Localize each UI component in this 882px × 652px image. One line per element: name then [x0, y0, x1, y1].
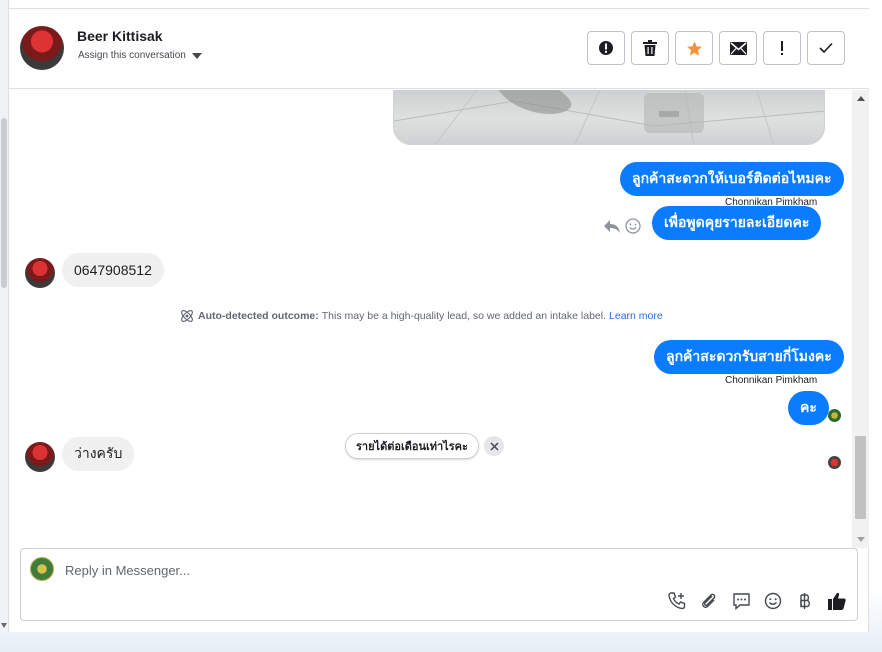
mark-unread-button[interactable]: [719, 31, 757, 65]
contact-avatar[interactable]: [20, 26, 64, 70]
auto-detected-outcome-notice: Auto-detected outcome: This may be a hig…: [179, 308, 663, 324]
call-button[interactable]: [667, 591, 687, 611]
thread-scrollbar[interactable]: [852, 90, 869, 548]
page-avatar: [30, 557, 54, 581]
outgoing-message-bubble[interactable]: ลูกค้าสะดวกให้เบอร์ติดต่อไหมคะ: [620, 162, 844, 196]
mark-done-button[interactable]: [807, 31, 845, 65]
scroll-down-arrow[interactable]: [857, 537, 865, 542]
left-panel-scrollbar[interactable]: [0, 0, 9, 632]
contact-name[interactable]: Beer Kittisak: [77, 28, 163, 44]
reply-input[interactable]: [65, 559, 825, 581]
chat-bubble-icon: [732, 593, 750, 610]
payment-button[interactable]: [795, 591, 815, 611]
mark-spam-button[interactable]: [587, 31, 625, 65]
check-icon: [819, 42, 833, 54]
star-icon: [686, 40, 702, 56]
alert-circle-icon: [599, 41, 613, 55]
emoji-icon: [764, 592, 782, 610]
dismiss-suggestion-button[interactable]: [484, 436, 504, 456]
message-thread[interactable]: ลูกค้าสะดวกให้เบอร์ติดต่อไหมคะ Chonnikan…: [9, 90, 852, 548]
conversation-header: Beer Kittisak Assign this conversation: [9, 9, 869, 89]
conversation-actions: [587, 31, 845, 65]
follow-up-button[interactable]: [763, 31, 801, 65]
outgoing-message-bubble[interactable]: ลูกค้าสะดวกรับสายกี่โมงคะ: [654, 340, 844, 374]
baht-icon: [800, 593, 810, 609]
contact-avatar[interactable]: [25, 258, 55, 288]
reply-composer: [20, 548, 858, 621]
assign-conversation-dropdown[interactable]: Assign this conversation: [78, 50, 202, 61]
left-scroll-thumb[interactable]: [1, 118, 7, 288]
message-hover-tools: [603, 218, 641, 234]
thumbs-up-icon: [828, 592, 846, 610]
contact-read-receipt-avatar: [828, 456, 841, 469]
learn-more-link[interactable]: Learn more: [609, 310, 663, 322]
incoming-message-bubble[interactable]: 0647908512: [62, 253, 164, 287]
star-button[interactable]: [675, 31, 713, 65]
composer-toolbar: [667, 591, 847, 611]
scroll-thumb[interactable]: [855, 436, 866, 519]
reply-icon[interactable]: [603, 218, 621, 234]
sender-name: Chonnikan Pimkham: [725, 375, 818, 386]
delete-button[interactable]: [631, 31, 669, 65]
outcome-text: This may be a high-quality lead, so we a…: [321, 310, 607, 322]
scroll-up-arrow[interactable]: [857, 96, 865, 101]
shared-image-message[interactable]: [393, 90, 825, 145]
outcome-label: Auto-detected outcome:: [198, 310, 319, 322]
attach-file-button[interactable]: [699, 591, 719, 611]
contact-avatar[interactable]: [25, 442, 55, 472]
image-content: [394, 90, 824, 144]
envelope-icon: [729, 41, 747, 55]
suggested-reply-chip[interactable]: รายได้ต่อเดือนเท่าไรคะ: [345, 433, 479, 459]
saved-replies-button[interactable]: [731, 591, 751, 611]
conversation-panel: Beer Kittisak Assign this conversation ล…: [9, 8, 869, 632]
send-like-button[interactable]: [827, 591, 847, 611]
caret-down-icon: [191, 52, 202, 59]
phone-plus-icon: [668, 592, 686, 610]
close-icon: [489, 441, 499, 451]
assign-label: Assign this conversation: [78, 50, 186, 61]
incoming-message-bubble[interactable]: ว่างครับ: [62, 437, 135, 471]
exclamation-icon: [781, 41, 783, 55]
trash-icon: [643, 40, 657, 56]
emoji-button[interactable]: [763, 591, 783, 611]
outgoing-message-bubble[interactable]: คะ: [788, 391, 829, 425]
left-scroll-down-arrow[interactable]: [1, 623, 7, 628]
atom-icon: [181, 310, 193, 322]
paperclip-icon: [702, 593, 716, 608]
seen-receipt-avatar: [828, 409, 841, 422]
emoji-react-icon[interactable]: [625, 218, 641, 234]
outgoing-message-bubble[interactable]: เพื่อพูดคุยรายละเอียดคะ: [652, 206, 822, 240]
